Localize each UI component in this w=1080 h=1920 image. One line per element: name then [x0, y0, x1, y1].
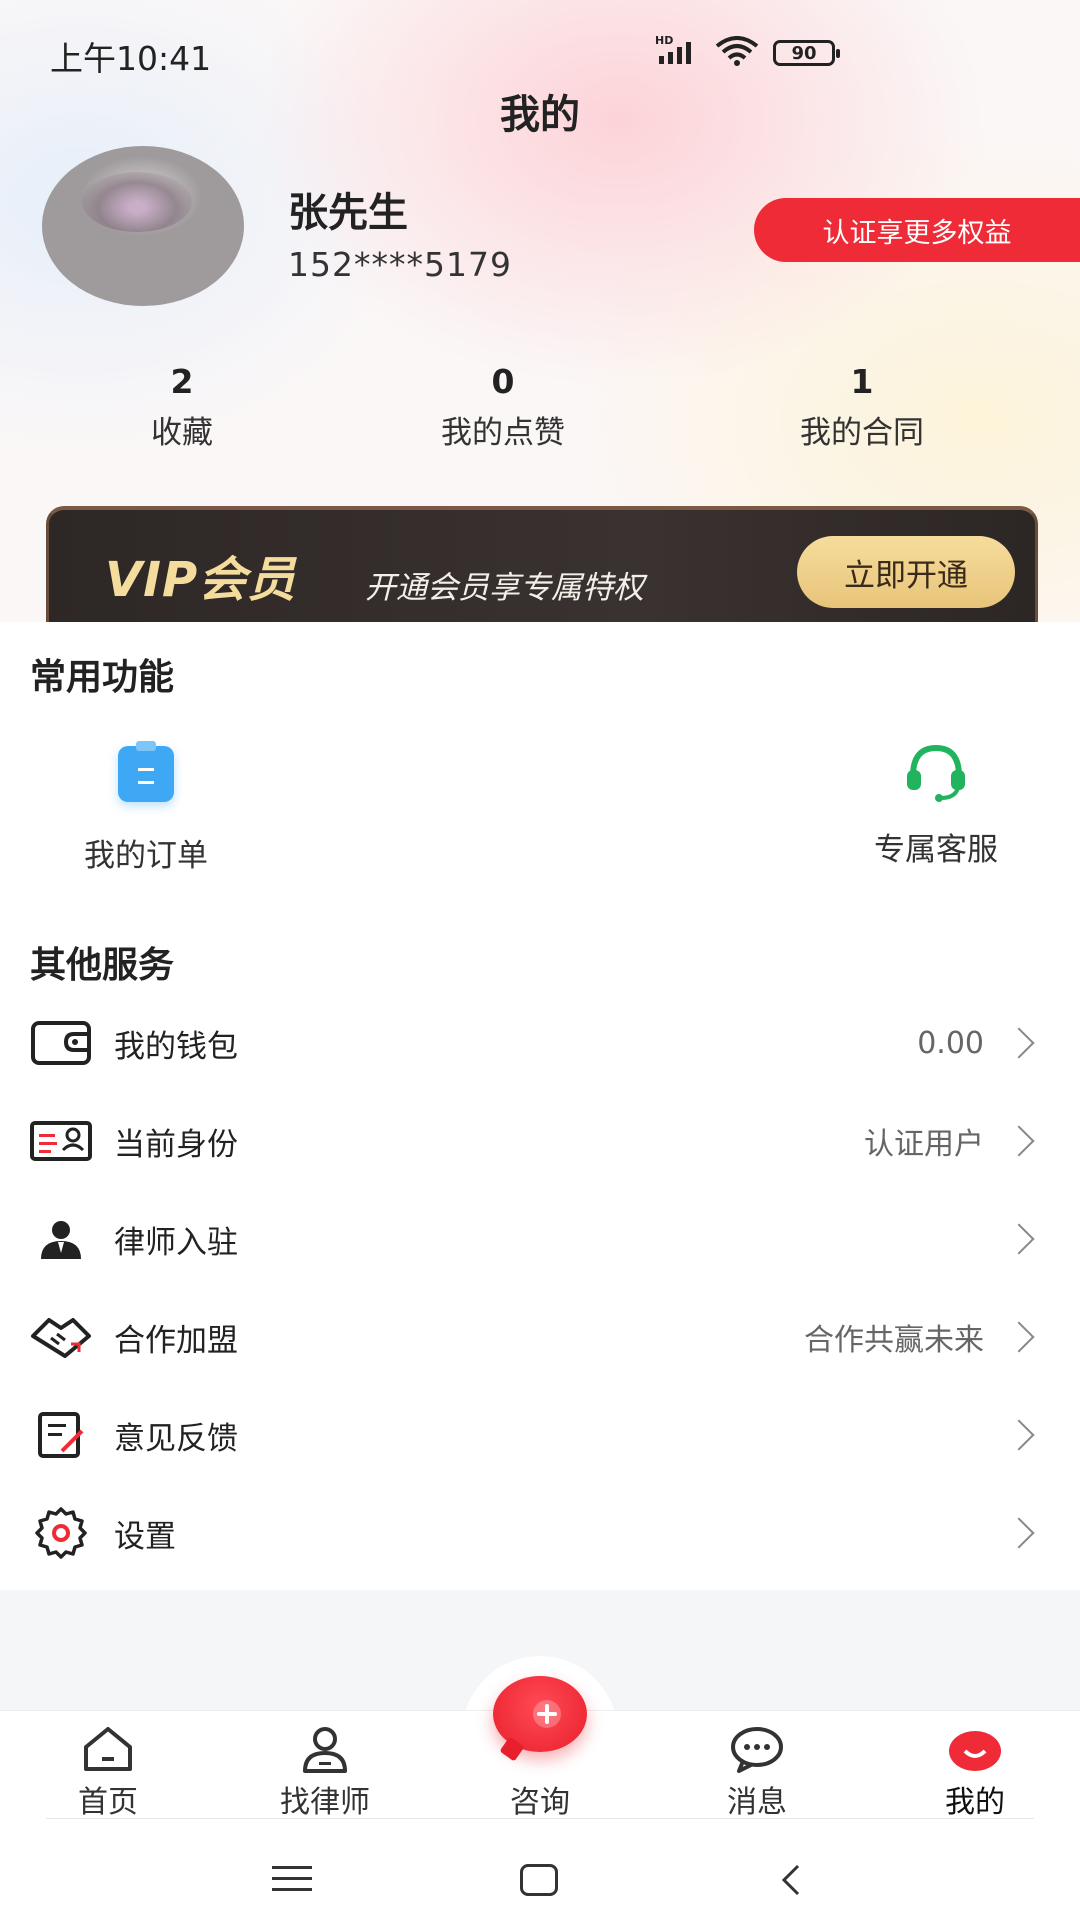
status-icons: HD 90	[655, 34, 840, 70]
user-phone: 152****5179	[288, 245, 512, 284]
vip-banner[interactable]: VIP会员 开通会员享专属特权 立即开通	[46, 506, 1038, 622]
tab-label: 首页	[78, 1785, 138, 1820]
consult-icon[interactable]	[493, 1676, 587, 1752]
row-wallet[interactable]: 我的钱包 0.00	[0, 994, 1080, 1092]
row-value: 0.00	[917, 1025, 984, 1061]
row-label: 当前身份	[114, 1126, 238, 1163]
stat-value: 0	[491, 362, 515, 401]
back-nav-icon[interactable]	[776, 1864, 806, 1896]
tab-mine[interactable]: 我的	[900, 1711, 1050, 1821]
row-value: 认证用户	[864, 1127, 984, 1162]
vip-title: VIP会员	[105, 552, 297, 608]
status-time: 上午10:41	[50, 39, 212, 78]
home-icon	[80, 1725, 136, 1775]
row-label: 意见反馈	[114, 1420, 238, 1457]
chevron-right-icon	[1003, 1027, 1035, 1059]
chevron-right-icon	[1003, 1321, 1035, 1353]
row-label: 我的钱包	[114, 1028, 238, 1065]
stat-value: 1	[850, 362, 874, 401]
row-label: 律师入驻	[114, 1224, 238, 1261]
row-feedback[interactable]: 意见反馈	[0, 1386, 1080, 1484]
row-label: 合作加盟	[114, 1322, 238, 1359]
feedback-icon	[28, 1410, 94, 1460]
profile-icon	[947, 1725, 1003, 1775]
row-lawyer-join[interactable]: 律师入驻	[0, 1190, 1080, 1288]
headset-icon	[901, 742, 971, 802]
battery-icon: 90	[773, 40, 840, 66]
chevron-right-icon	[1003, 1223, 1035, 1255]
tab-divider	[46, 1818, 1034, 1819]
page-title: 我的	[500, 92, 580, 138]
row-settings[interactable]: 设置	[0, 1484, 1080, 1582]
user-name: 张先生	[288, 190, 408, 236]
wifi-icon	[715, 36, 759, 70]
person-icon	[297, 1725, 353, 1775]
id-card-icon	[28, 1116, 94, 1166]
row-cooperation[interactable]: 合作加盟 合作共赢未来	[0, 1288, 1080, 1386]
order-icon	[118, 741, 174, 802]
system-nav-bar	[0, 1820, 1080, 1920]
vip-subtitle: 开通会员享专属特权	[365, 570, 644, 606]
wallet-icon	[28, 1018, 94, 1068]
section-title-other: 其他服务	[30, 945, 175, 986]
vip-open-button[interactable]: 立即开通	[797, 536, 1015, 608]
tab-messages[interactable]: 消息	[682, 1711, 832, 1821]
row-value: 合作共赢未来	[804, 1323, 984, 1358]
tab-label: 咨询	[510, 1785, 570, 1820]
func-label: 我的订单	[84, 838, 208, 874]
chevron-right-icon	[1003, 1517, 1035, 1549]
message-icon	[729, 1725, 785, 1775]
handshake-icon	[28, 1312, 94, 1362]
gear-icon	[28, 1507, 94, 1559]
func-label: 专属客服	[874, 832, 998, 868]
row-label: 设置	[114, 1518, 176, 1555]
lawyer-icon	[28, 1214, 94, 1264]
func-my-orders[interactable]: 我的订单	[66, 741, 226, 875]
network-type-label: HD	[655, 34, 674, 47]
home-nav-icon[interactable]	[520, 1864, 558, 1896]
certify-button[interactable]: 认证享更多权益	[754, 198, 1080, 262]
stat-label: 收藏	[151, 415, 213, 451]
chevron-right-icon	[1003, 1125, 1035, 1157]
tab-home[interactable]: 首页	[33, 1711, 183, 1821]
stat-label: 我的合同	[800, 415, 924, 451]
row-identity[interactable]: 当前身份 认证用户	[0, 1092, 1080, 1190]
signal-icon: HD	[655, 34, 701, 66]
stat-likes[interactable]: 0 我的点赞	[393, 362, 613, 452]
stat-value: 2	[170, 362, 194, 401]
stat-favorites[interactable]: 2 收藏	[72, 362, 292, 452]
avatar[interactable]	[42, 146, 244, 306]
stat-contracts[interactable]: 1 我的合同	[752, 362, 972, 452]
stat-label: 我的点赞	[441, 415, 565, 451]
tab-label: 找律师	[280, 1785, 370, 1820]
chevron-right-icon	[1003, 1419, 1035, 1451]
tab-label: 消息	[727, 1785, 787, 1820]
func-customer-service[interactable]: 专属客服	[856, 742, 1016, 869]
menu-nav-icon[interactable]	[272, 1864, 312, 1894]
main-content: 常用功能 我的订单 专属客服 其他服务 我的钱包 0.00 当前身份 认证用户 …	[0, 622, 1080, 1590]
tab-find-lawyer[interactable]: 找律师	[250, 1711, 400, 1821]
section-title-common: 常用功能	[30, 657, 175, 698]
tab-label: 我的	[945, 1785, 1005, 1820]
